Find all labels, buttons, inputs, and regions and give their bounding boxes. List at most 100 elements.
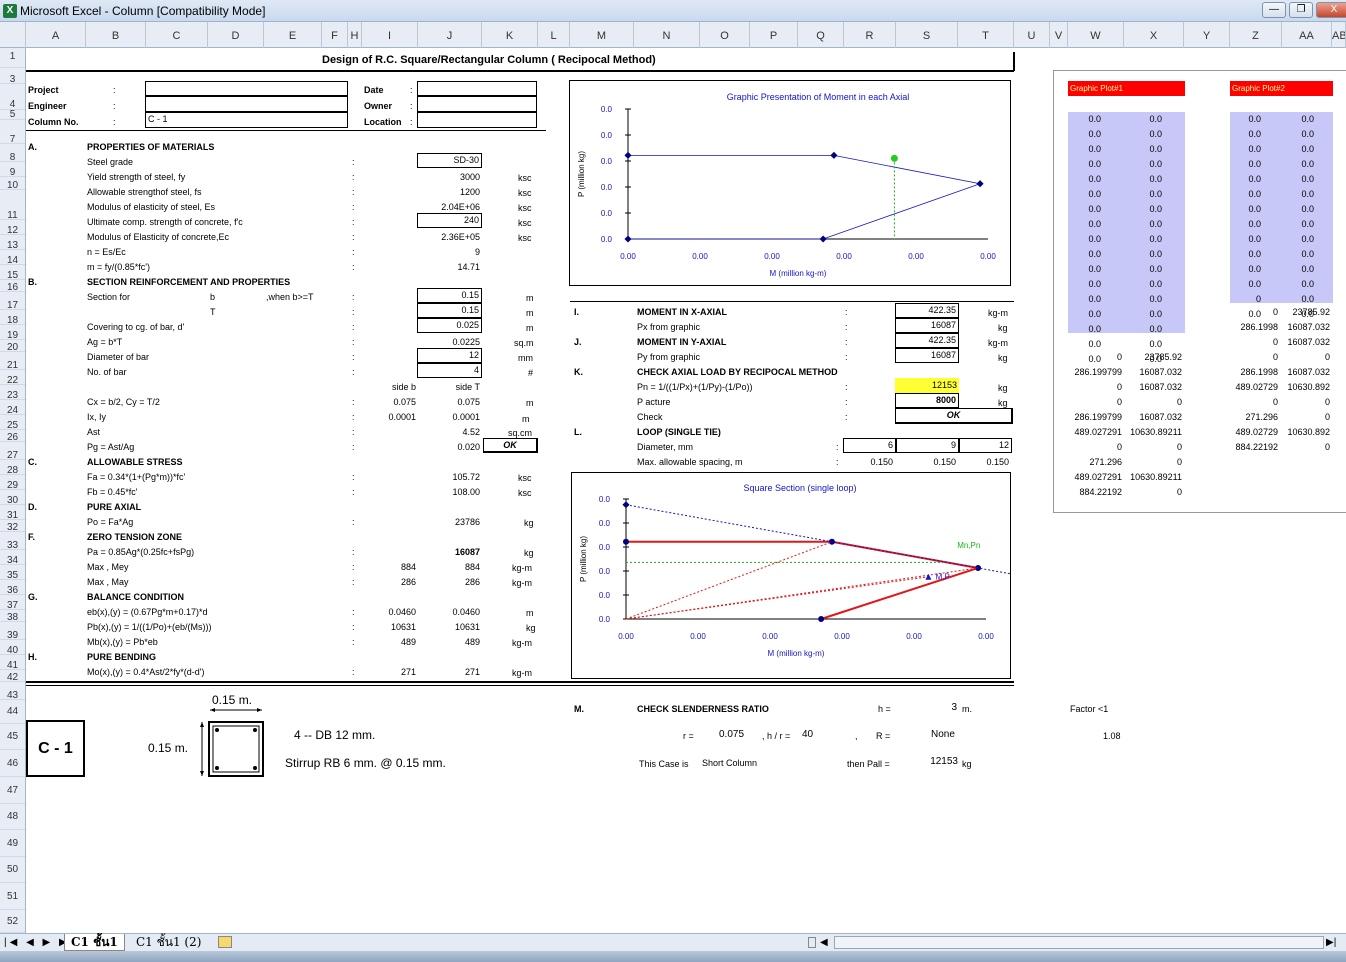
column-header[interactable]: N	[634, 22, 700, 48]
column-header[interactable]: U	[1014, 22, 1050, 48]
row-header[interactable]: 38	[0, 613, 25, 623]
row-header[interactable]: 35	[0, 571, 25, 581]
engineer-field[interactable]	[145, 96, 348, 112]
diameter-value[interactable]: 12	[417, 348, 482, 363]
t-value[interactable]: 0.15	[417, 303, 482, 318]
py-value[interactable]: 16087	[895, 348, 959, 363]
row-header[interactable]: 31	[0, 511, 25, 521]
row-header[interactable]: 29	[0, 481, 25, 491]
loop-diameter-9[interactable]: 9	[896, 438, 959, 453]
row-header[interactable]: 14	[0, 256, 25, 266]
row-header[interactable]: 25	[0, 421, 25, 431]
row-header[interactable]: 27	[0, 451, 25, 461]
row-header[interactable]: 13	[0, 241, 25, 251]
chart-moment-axial[interactable]: Graphic Presentation of Moment in each A…	[569, 80, 1011, 286]
px-value[interactable]: 16087	[895, 318, 959, 333]
row-header[interactable]: 30	[0, 496, 25, 506]
column-header[interactable]: H	[348, 22, 362, 48]
scroll-left-icon[interactable]: ◀	[820, 934, 828, 951]
tab-c1-floor1[interactable]: C1 ชั้น1	[64, 934, 125, 951]
column-header[interactable]: I	[362, 22, 418, 48]
row-header[interactable]: 32	[0, 523, 25, 533]
row-header[interactable]: 20	[0, 343, 25, 353]
row-header[interactable]: 49	[0, 830, 25, 857]
b-value[interactable]: 0.15	[417, 288, 482, 303]
column-header[interactable]: X	[1124, 22, 1184, 48]
row-header[interactable]: 52	[0, 910, 25, 933]
project-field[interactable]	[145, 81, 348, 96]
row-header[interactable]: 12	[0, 226, 25, 236]
row-header[interactable]: 44	[0, 700, 25, 724]
scroll-right-icon[interactable]: ▶|	[1326, 934, 1336, 951]
column-header[interactable]: J	[418, 22, 482, 48]
horizontal-scrollbar[interactable]	[834, 936, 1324, 949]
column-header[interactable]: E	[264, 22, 322, 48]
column-no-field[interactable]: C - 1	[145, 112, 348, 128]
row-header[interactable]: 10	[0, 181, 25, 191]
row-header[interactable]: 18	[0, 316, 25, 326]
column-header[interactable]: L	[538, 22, 570, 48]
row-header[interactable]: 47	[0, 777, 25, 804]
row-header[interactable]: 45	[0, 724, 25, 750]
row-header[interactable]: 21	[0, 361, 25, 371]
column-header[interactable]: AB	[1332, 22, 1346, 48]
row-header[interactable]: 46	[0, 750, 25, 777]
row-header[interactable]: 9	[0, 168, 25, 178]
row-header[interactable]: 16	[0, 283, 25, 293]
my-value[interactable]: 422.35	[895, 333, 959, 348]
column-header[interactable]: C	[146, 22, 208, 48]
covering-value[interactable]: 0.025	[417, 318, 482, 333]
column-header[interactable]: P	[750, 22, 798, 48]
row-header[interactable]: 3	[0, 75, 25, 85]
column-header[interactable]: Y	[1184, 22, 1230, 48]
p-acture-value[interactable]: 8000	[895, 393, 959, 408]
row-header[interactable]: 22	[0, 376, 25, 386]
column-header[interactable]: T	[958, 22, 1014, 48]
row-header[interactable]: 33	[0, 541, 25, 551]
row-header[interactable]: 19	[0, 331, 25, 341]
row-header[interactable]: 42	[0, 673, 25, 683]
row-header[interactable]: 28	[0, 466, 25, 476]
column-header[interactable]: S	[896, 22, 958, 48]
column-header[interactable]: R	[844, 22, 896, 48]
no-of-bar-value[interactable]: 4	[417, 363, 482, 378]
column-header[interactable]: Q	[798, 22, 844, 48]
column-header[interactable]: D	[208, 22, 264, 48]
row-header[interactable]: 37	[0, 601, 25, 611]
row-header[interactable]: 24	[0, 406, 25, 416]
restore-button[interactable]: ❐	[1289, 2, 1313, 18]
close-button[interactable]: X	[1316, 2, 1346, 18]
mx-value[interactable]: 422.35	[895, 303, 959, 318]
date-field[interactable]	[417, 81, 537, 96]
row-header[interactable]: 39	[0, 631, 25, 641]
concrete-strength-value[interactable]: 240	[417, 213, 482, 228]
row-header[interactable]: 23	[0, 391, 25, 401]
column-header[interactable]: M	[570, 22, 634, 48]
row-header[interactable]: 34	[0, 556, 25, 566]
minimize-button[interactable]: —	[1262, 2, 1286, 18]
split-handle[interactable]	[808, 937, 816, 948]
row-header[interactable]: 8	[0, 153, 25, 163]
column-header[interactable]: AA	[1282, 22, 1332, 48]
row-header[interactable]: 43	[0, 691, 25, 701]
row-header[interactable]: 48	[0, 804, 25, 830]
column-header[interactable]: F	[322, 22, 348, 48]
loop-diameter-6[interactable]: 6	[843, 438, 896, 453]
row-header[interactable]: 15	[0, 271, 25, 281]
column-header[interactable]: K	[482, 22, 538, 48]
column-header[interactable]: B	[86, 22, 146, 48]
row-header[interactable]: 41	[0, 661, 25, 671]
row-header[interactable]: 17	[0, 301, 25, 311]
column-header[interactable]: A	[26, 22, 86, 48]
loop-diameter-12[interactable]: 12	[959, 438, 1012, 453]
location-field[interactable]	[417, 112, 537, 128]
row-header[interactable]: 36	[0, 586, 25, 596]
row-header[interactable]: 1	[0, 48, 25, 68]
steel-grade-value[interactable]: SD-30	[417, 153, 482, 168]
column-header[interactable]: V	[1050, 22, 1068, 48]
chart-square-section[interactable]: Square Section (single loop) 0.0 0.0 0.0 0.0…	[571, 472, 1267, 679]
row-header[interactable]: 40	[0, 646, 25, 656]
insert-sheet-icon[interactable]	[218, 936, 232, 948]
column-header[interactable]: W	[1068, 22, 1124, 48]
row-header[interactable]: 51	[0, 883, 25, 910]
